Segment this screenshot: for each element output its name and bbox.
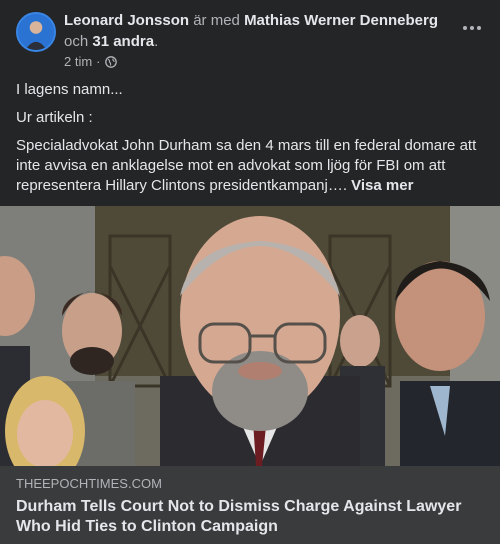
post-line-1: I lagens namn... xyxy=(16,81,123,98)
and-text: och xyxy=(64,33,89,50)
link-preview-card[interactable]: THEEPOCHTIMES.COM Durham Tells Court Not… xyxy=(0,466,500,544)
post-paragraph: Specialadvokat John Durham sa den 4 mars… xyxy=(16,136,486,196)
post-header: Leonard Jonsson är med Mathias Werner De… xyxy=(16,10,484,70)
link-title[interactable]: Durham Tells Court Not to Dismiss Charge… xyxy=(16,497,484,537)
post-meta: 2 tim · xyxy=(64,54,117,69)
see-more-link[interactable]: Visa mer xyxy=(351,177,413,194)
more-options-icon[interactable] xyxy=(460,16,484,40)
dot xyxy=(470,26,474,30)
link-preview-image[interactable] xyxy=(0,206,500,466)
period: . xyxy=(154,33,159,50)
post-time[interactable]: 2 tim xyxy=(64,54,92,69)
link-domain: THEEPOCHTIMES.COM xyxy=(16,476,162,491)
tagged-person[interactable]: Mathias Werner Denneberg xyxy=(244,12,438,29)
meta-separator: · xyxy=(96,54,101,69)
post-body: I lagens namn... Ur artikeln : Specialad… xyxy=(16,80,486,204)
feed-post: Leonard Jonsson är med Mathias Werner De… xyxy=(0,0,500,544)
author-name[interactable]: Leonard Jonsson xyxy=(64,12,189,29)
post-line-2: Ur artikeln : xyxy=(16,109,93,126)
with-text: är med xyxy=(193,12,240,29)
dot xyxy=(477,26,481,30)
post-header-text: Leonard Jonsson är med Mathias Werner De… xyxy=(64,10,454,52)
others-link[interactable]: 31 andra xyxy=(92,33,154,50)
author-avatar[interactable] xyxy=(16,12,56,52)
dot xyxy=(463,26,467,30)
globe-icon[interactable] xyxy=(104,55,117,68)
